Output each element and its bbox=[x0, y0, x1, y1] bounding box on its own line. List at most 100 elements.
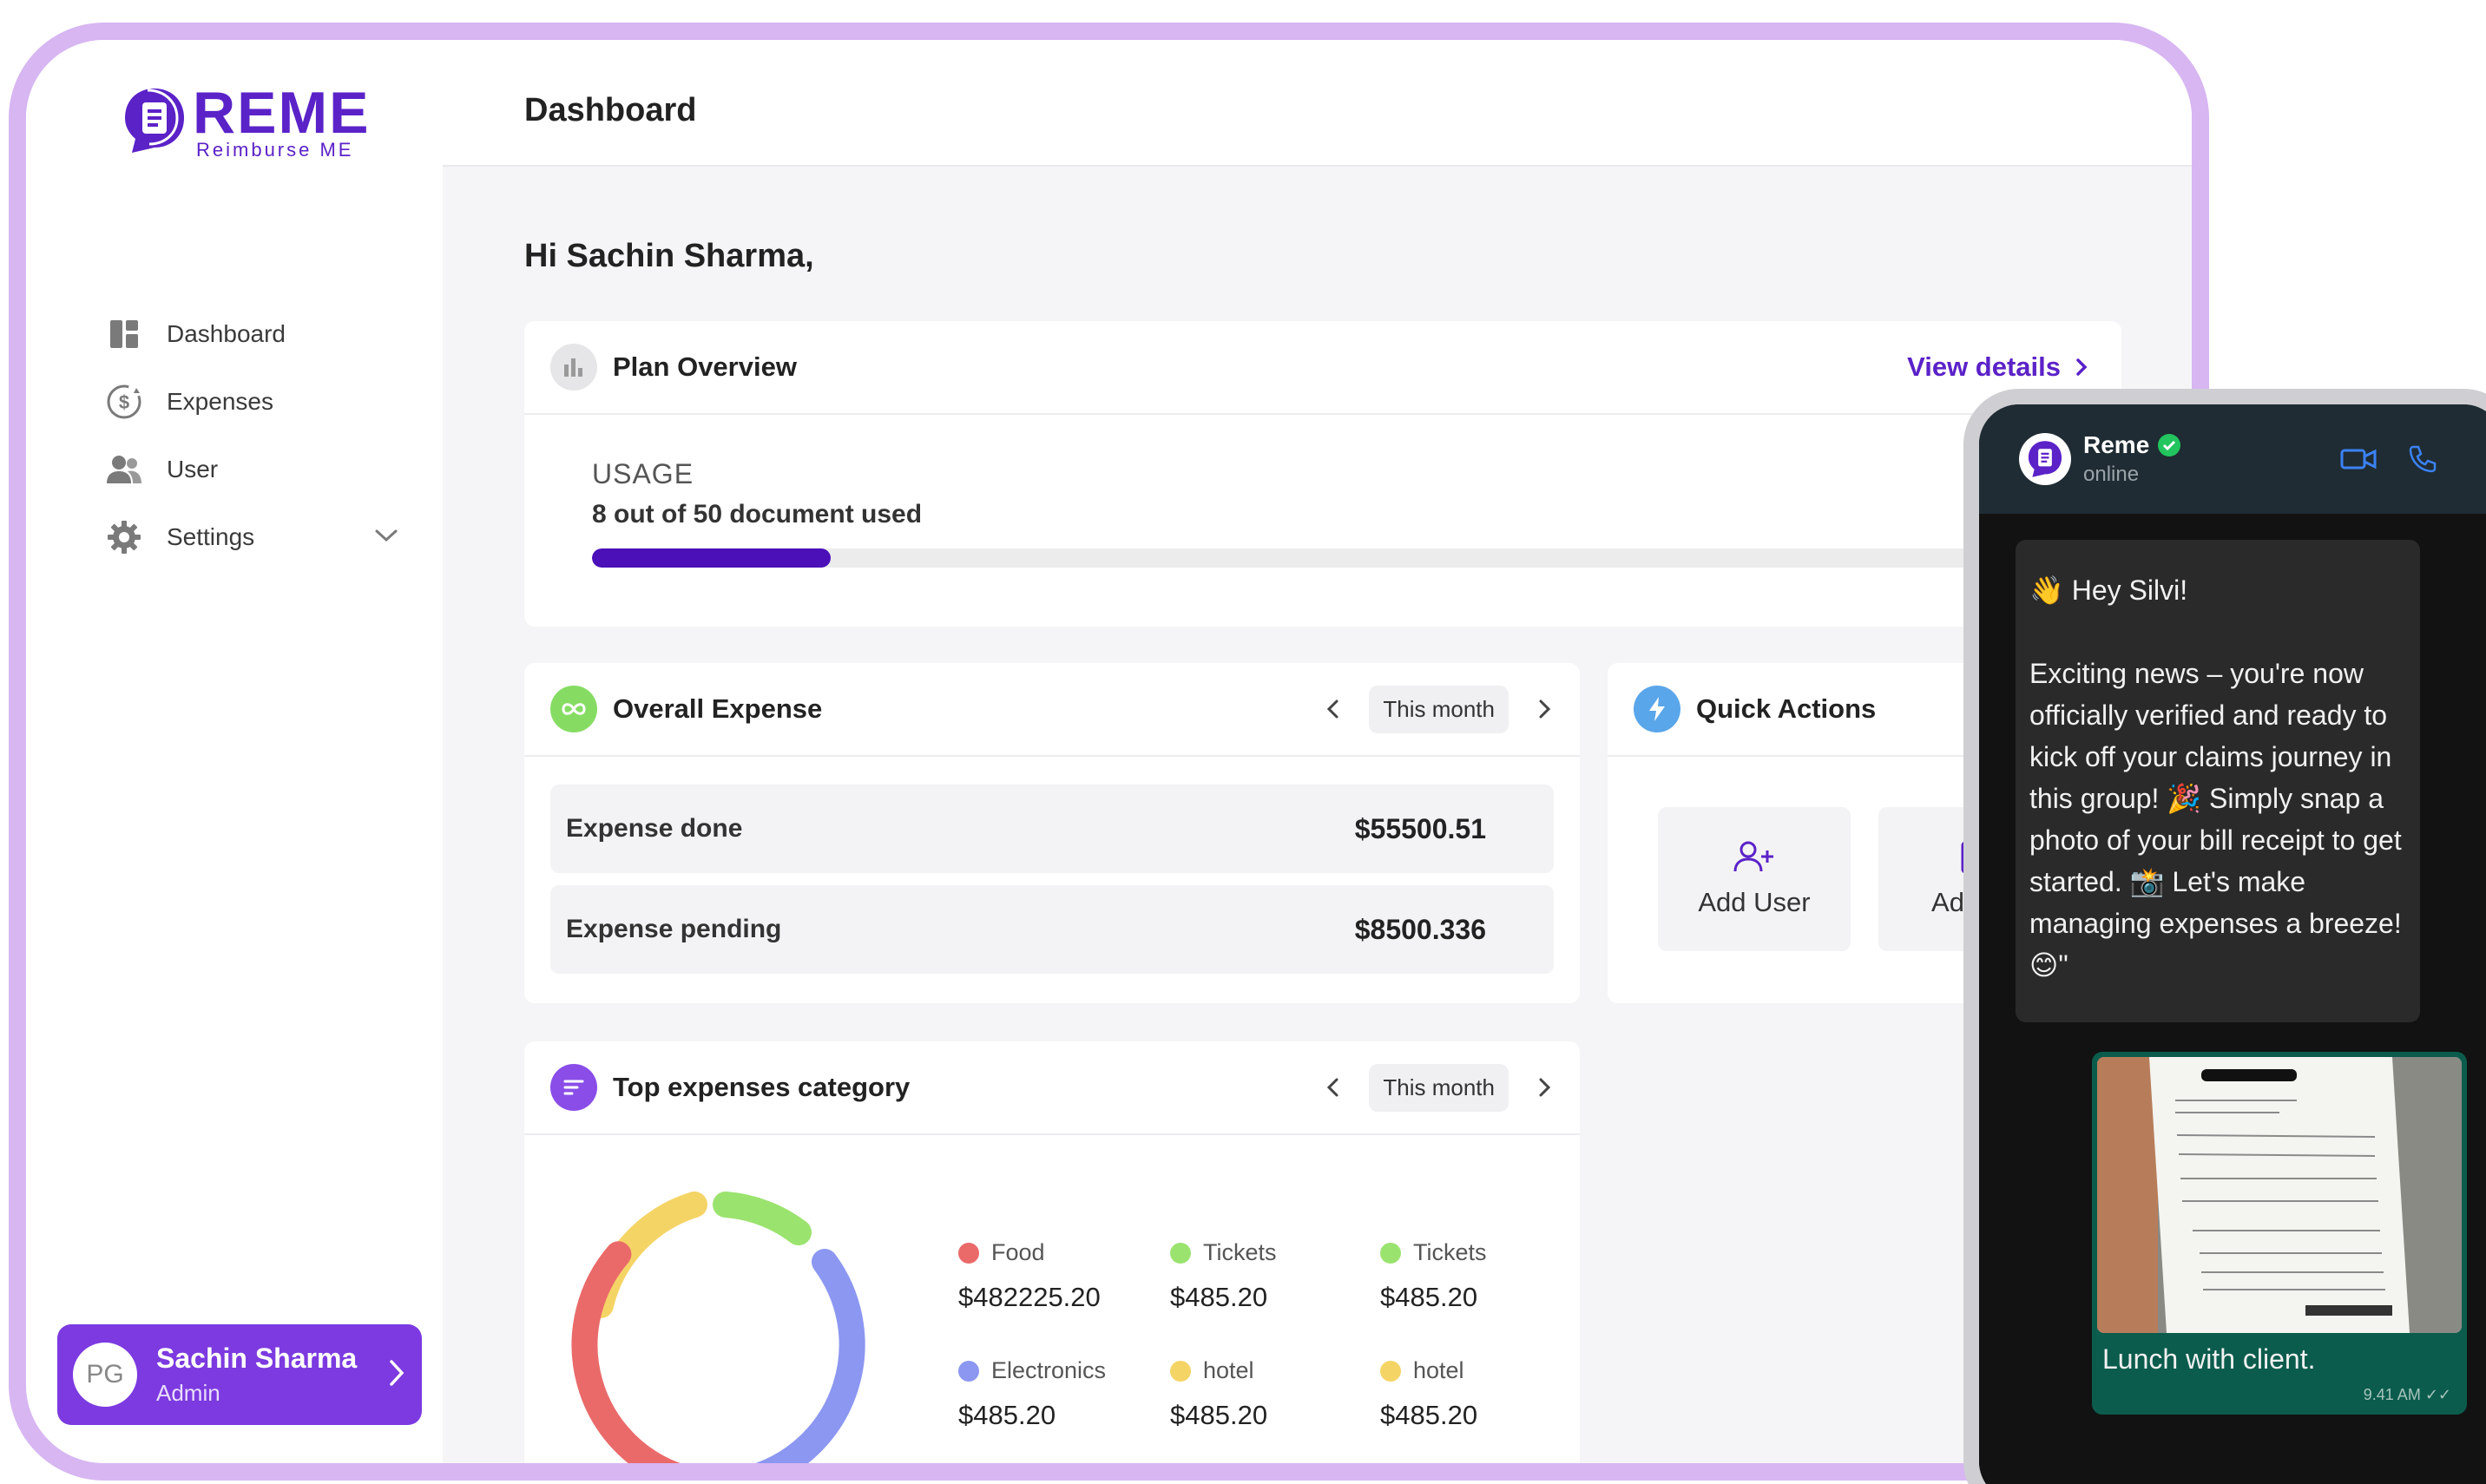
sidebar-item-dashboard[interactable]: Dashboard bbox=[104, 300, 399, 368]
chevron-right-icon[interactable] bbox=[387, 1358, 406, 1392]
phone-call-icon[interactable] bbox=[2408, 444, 2437, 474]
period-selector: This month bbox=[1324, 1063, 1554, 1112]
legend-value: $485.20 bbox=[958, 1400, 1056, 1430]
greeting: Hi Sachin Sharma, bbox=[524, 238, 814, 274]
message-line: 👋 Hey Silvi! bbox=[2029, 575, 2188, 606]
top-expenses-title: Top expenses category bbox=[613, 1072, 911, 1102]
legend-item: hotel $485.20 bbox=[1170, 1357, 1370, 1431]
legend-dot bbox=[958, 1360, 979, 1382]
expense-row-label: Expense done bbox=[566, 814, 743, 843]
donut-segment-electronics bbox=[755, 1249, 865, 1463]
view-details-label: View details bbox=[1907, 351, 2061, 382]
expense-row-label: Expense pending bbox=[566, 915, 782, 943]
legend-dot bbox=[1170, 1360, 1191, 1382]
overall-expense-header: Overall Expense This month bbox=[524, 663, 1580, 757]
infinity-icon bbox=[550, 686, 597, 732]
logo-tagline: Reimburse ME bbox=[196, 139, 354, 161]
legend-item: Tickets $485.20 bbox=[1170, 1239, 1370, 1313]
user-name: Sachin Sharma bbox=[156, 1343, 358, 1374]
expenses-icon: $ bbox=[104, 382, 144, 422]
overall-expense-card: Overall Expense This month Expense done … bbox=[524, 663, 1580, 1003]
legend-item: Electronics $485.20 bbox=[958, 1357, 1158, 1431]
chevron-left-icon[interactable] bbox=[1324, 697, 1343, 721]
chat-avatar[interactable] bbox=[2019, 433, 2071, 485]
page-title: Dashboard bbox=[524, 92, 697, 128]
plan-overview-title: Plan Overview bbox=[613, 351, 797, 382]
gear-icon bbox=[104, 517, 144, 557]
legend-value: $485.20 bbox=[1170, 1282, 1268, 1312]
video-call-icon[interactable] bbox=[2340, 446, 2377, 472]
legend-label: Electronics bbox=[991, 1357, 1107, 1383]
sidebar-item-user[interactable]: User bbox=[104, 436, 399, 503]
sidebar: REME Reimburse ME Dashboard $ Expenses U… bbox=[26, 40, 443, 1463]
user-info: Sachin Sharma Admin bbox=[156, 1343, 357, 1407]
top-expenses-header: Top expenses category This month bbox=[524, 1041, 1580, 1135]
legend-dot bbox=[958, 1242, 979, 1264]
message-line: Exciting news – you're now officially ve… bbox=[2029, 658, 2402, 981]
dashboard-icon bbox=[104, 314, 144, 354]
expense-row-value: $8500.336 bbox=[1354, 913, 1486, 945]
reme-logo-icon bbox=[2028, 441, 2062, 477]
chevron-down-icon[interactable] bbox=[373, 527, 399, 548]
sidebar-item-label: Expenses bbox=[167, 388, 273, 415]
add-user-label: Add User bbox=[1698, 887, 1811, 917]
sidebar-item-label: User bbox=[167, 456, 219, 483]
usage-progress-fill bbox=[592, 548, 832, 568]
legend-dot bbox=[1170, 1242, 1191, 1264]
svg-text:$: $ bbox=[119, 391, 129, 413]
receipt-photo[interactable] bbox=[2097, 1057, 2462, 1333]
message-timestamp: 9.41 AM ✓✓ bbox=[2364, 1386, 2451, 1404]
usage-text: 8 out of 50 document used bbox=[592, 500, 923, 529]
sidebar-item-label: Dashboard bbox=[167, 320, 286, 347]
top-bar: Dashboard bbox=[443, 40, 2192, 167]
add-user-icon bbox=[1733, 841, 1773, 872]
sidebar-item-label: Settings bbox=[167, 523, 255, 550]
expense-row: Expense done $55500.51 bbox=[550, 785, 1554, 873]
legend-label: hotel bbox=[1203, 1357, 1254, 1383]
reme-logo[interactable]: REME Reimburse ME bbox=[122, 83, 382, 163]
legend-value: $485.20 bbox=[1380, 1282, 1478, 1312]
legend-value: $485.20 bbox=[1170, 1400, 1268, 1430]
verified-badge-icon bbox=[2158, 434, 2181, 456]
dashboard-window: REME Reimburse ME Dashboard $ Expenses U… bbox=[9, 23, 2209, 1481]
message-time: 9.41 AM bbox=[2363, 1386, 2421, 1403]
legend-dot bbox=[1380, 1360, 1401, 1382]
period-selector: This month bbox=[1324, 685, 1554, 733]
message-line bbox=[2029, 611, 2406, 653]
plan-overview-header: Plan Overview View details bbox=[524, 321, 2121, 415]
overall-expense-title: Overall Expense bbox=[613, 693, 823, 724]
chevron-right-icon[interactable] bbox=[1535, 1075, 1554, 1100]
top-expenses-card: Top expenses category This month Food $4… bbox=[524, 1041, 1580, 1463]
category-donut-chart bbox=[571, 1192, 865, 1463]
legend-label: Tickets bbox=[1413, 1239, 1487, 1265]
lightning-icon bbox=[1634, 686, 1680, 732]
expense-row: Expense pending $8500.336 bbox=[550, 885, 1554, 974]
avatar: PG bbox=[73, 1343, 137, 1407]
quick-actions-title: Quick Actions bbox=[1696, 693, 1877, 724]
user-profile-card[interactable]: PG Sachin Sharma Admin bbox=[57, 1324, 422, 1425]
sidebar-item-expenses[interactable]: $ Expenses bbox=[104, 368, 399, 436]
user-role: Admin bbox=[156, 1380, 220, 1406]
chevron-right-icon[interactable] bbox=[1535, 697, 1554, 721]
double-check-icon: ✓✓ bbox=[2424, 1386, 2451, 1403]
chat-contact-info: Reme online bbox=[2083, 431, 2182, 487]
period-pill[interactable]: This month bbox=[1369, 685, 1509, 733]
usage-label: USAGE bbox=[592, 458, 694, 489]
chat-call-actions bbox=[2340, 444, 2463, 474]
view-details-link[interactable]: View details bbox=[1907, 351, 2095, 383]
incoming-message-bubble: 👋 Hey Silvi! Exciting news – you're now … bbox=[2016, 540, 2420, 1022]
chat-body: 👋 Hey Silvi! Exciting news – you're now … bbox=[1979, 514, 2486, 1484]
add-user-button[interactable]: Add User bbox=[1658, 807, 1851, 951]
period-pill[interactable]: This month bbox=[1369, 1063, 1509, 1112]
sidebar-item-settings[interactable]: Settings bbox=[104, 503, 399, 571]
whatsapp-phone-mockup: Reme online 👋 Hey Silvi! Exciting news –… bbox=[1963, 389, 2486, 1484]
chat-status: online bbox=[2083, 463, 2140, 486]
chevron-left-icon[interactable] bbox=[1324, 1075, 1343, 1100]
chevron-right-icon bbox=[2076, 358, 2088, 376]
legend-item: hotel $485.20 bbox=[1380, 1357, 1580, 1431]
legend-item: Tickets $485.20 bbox=[1380, 1239, 1580, 1313]
list-filter-icon bbox=[550, 1064, 597, 1111]
plan-overview-card: Plan Overview View details USAGE 8 out o… bbox=[524, 321, 2121, 627]
legend-dot bbox=[1380, 1242, 1401, 1264]
outgoing-message-bubble: Lunch with client. 9.41 AM ✓✓ bbox=[2092, 1052, 2467, 1415]
